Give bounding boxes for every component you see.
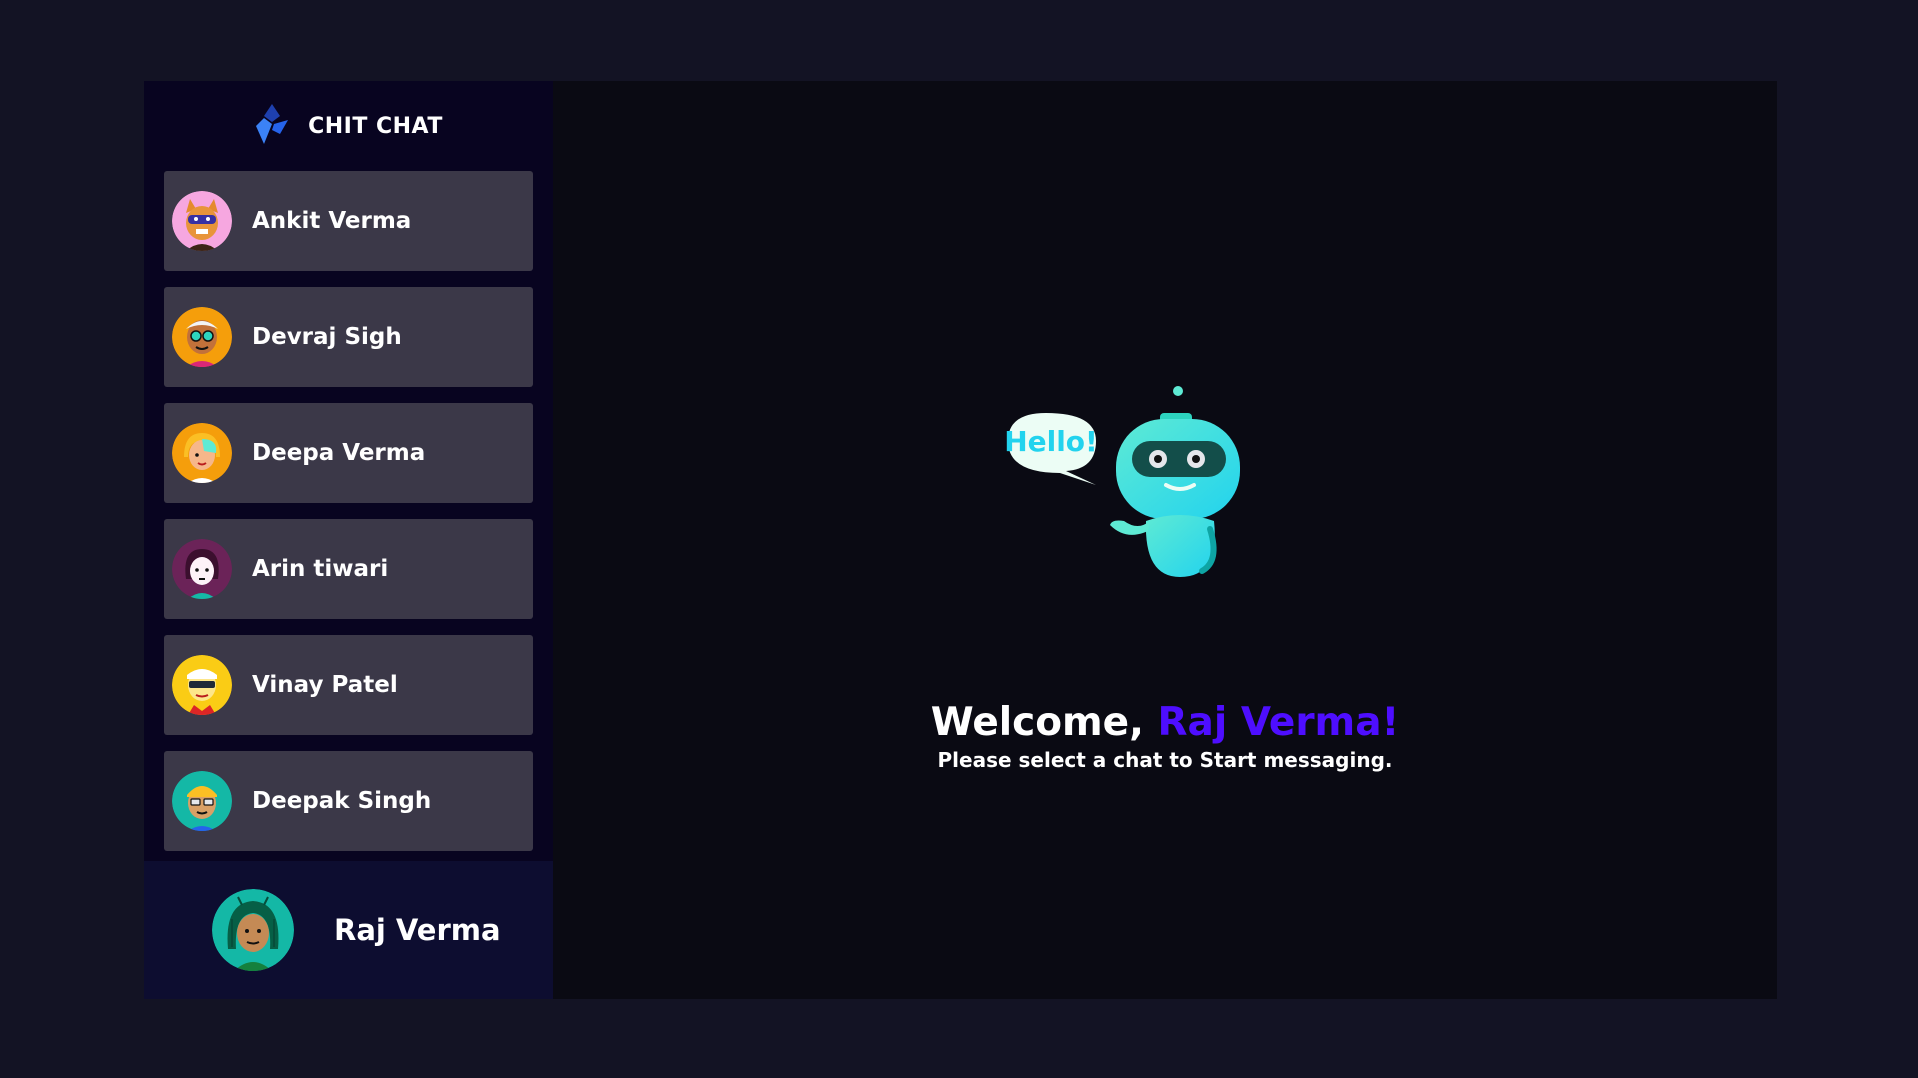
brand-title: CHIT CHAT [308,113,443,139]
welcome-message: Welcome, Raj Verma! Please select a chat… [553,700,1777,772]
contact-name: Ankit Verma [252,208,412,234]
speech-bubble-text: Hello! [1004,425,1098,458]
contact-name: Devraj Sigh [252,324,402,350]
chat-app: CHIT CHAT Ankit Verma Devraj Sigh Deepa … [144,81,1777,999]
diamond-logo-icon [254,104,290,148]
avatar [212,889,294,971]
avatar [172,655,232,715]
welcome-subtitle: Please select a chat to Start messaging. [937,747,1393,772]
main-panel: Hello! Welcome, Raj Verma! Please select… [553,81,1777,999]
welcome-greeting: Welcome, [930,700,1158,745]
contact-item[interactable]: Vinay Patel [164,635,533,735]
current-user-name: Raj Verma [334,913,501,947]
sidebar: CHIT CHAT Ankit Verma Devraj Sigh Deepa … [144,81,553,999]
current-user: Raj Verma [144,861,553,999]
contact-item[interactable]: Deepa Verma [164,403,533,503]
avatar [172,771,232,831]
avatar [172,423,232,483]
welcome-heading: Welcome, Raj Verma! [553,700,1777,746]
welcome-user-name: Raj Verma! [1157,700,1400,745]
avatar [172,191,232,251]
avatar [172,307,232,367]
contact-name: Deepak Singh [252,788,432,814]
avatar [172,539,232,599]
contact-item[interactable]: Devraj Sigh [164,287,533,387]
contact-name: Vinay Patel [252,672,398,698]
contact-name: Deepa Verma [252,440,426,466]
brand: CHIT CHAT [144,81,553,171]
robot-icon: Hello! [988,381,1248,581]
contact-item[interactable]: Ankit Verma [164,171,533,271]
contact-item[interactable]: Arin tiwari [164,519,533,619]
contact-list: Ankit Verma Devraj Sigh Deepa Verma Arin… [144,171,553,861]
contact-item[interactable]: Deepak Singh [164,751,533,851]
contact-name: Arin tiwari [252,556,389,582]
